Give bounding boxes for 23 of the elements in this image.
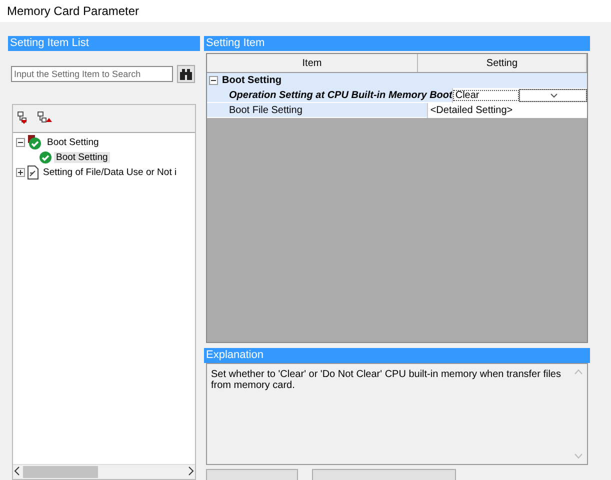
- search-field[interactable]: Input the Setting Item to Search: [11, 66, 173, 82]
- panel-header: Setting Item List: [8, 36, 200, 51]
- expand-icon[interactable]: [16, 168, 25, 177]
- panel-header: Explanation: [204, 348, 590, 363]
- check-icon: [39, 151, 52, 164]
- tree-item[interactable]: Boot Setting: [45, 137, 101, 148]
- document-icon: [27, 165, 39, 180]
- panel-header: Setting Item: [204, 36, 590, 51]
- collapse-icon[interactable]: [209, 76, 218, 85]
- search-button[interactable]: [177, 65, 195, 83]
- explanation-text: Set whether to 'Clear' or 'Do Not Clear' CPU built-in memory when transfer files from memory card.: [211, 368, 562, 393]
- tree-item[interactable]: Setting of File/Data Use or Not i: [41, 167, 179, 178]
- tree-item[interactable]: Boot Setting: [54, 152, 110, 163]
- group-label: Boot Setting: [222, 75, 282, 86]
- column-header: Setting: [418, 54, 587, 72]
- window-title: Memory Card Parameter: [0, 0, 611, 22]
- setting-label: Boot File Setting: [207, 103, 428, 118]
- dropdown-caret-icon[interactable]: [519, 89, 587, 102]
- scrollbar-thumb[interactable]: [23, 466, 98, 478]
- folder-check-icon: [27, 135, 43, 150]
- collapse-icon[interactable]: [16, 138, 25, 147]
- detail-link[interactable]: <Detailed Setting>: [428, 105, 587, 116]
- column-header: Item: [207, 54, 418, 72]
